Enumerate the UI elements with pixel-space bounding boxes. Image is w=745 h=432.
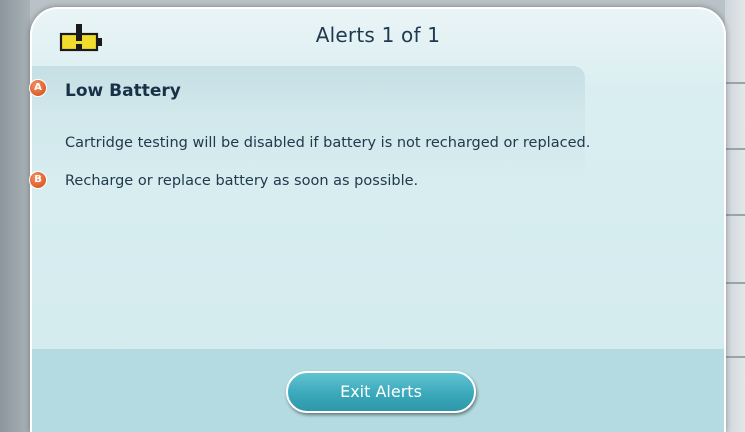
alert-action-text: Recharge or replace battery as soon as p…: [65, 173, 419, 189]
alerts-dialog: Alerts 1 of 1 Low Battery Cartridge test…: [30, 7, 726, 432]
exit-alerts-button[interactable]: Exit Alerts: [286, 371, 476, 413]
background-side-strip: [725, 0, 745, 432]
divider: [725, 148, 745, 150]
callout-marker-a: A: [29, 79, 47, 97]
divider: [725, 214, 745, 216]
dialog-title: Alerts 1 of 1: [315, 23, 441, 47]
alert-message: Cartridge testing will be disabled if ba…: [65, 135, 591, 151]
background-left-edge: [0, 0, 30, 432]
alert-title: Low Battery: [65, 81, 181, 101]
divider: [725, 82, 745, 84]
callout-marker-b: B: [29, 171, 47, 189]
title-bar: Alerts 1 of 1: [32, 9, 724, 67]
divider: [725, 356, 745, 358]
dialog-footer: Exit Alerts: [32, 349, 724, 432]
divider: [725, 282, 745, 284]
